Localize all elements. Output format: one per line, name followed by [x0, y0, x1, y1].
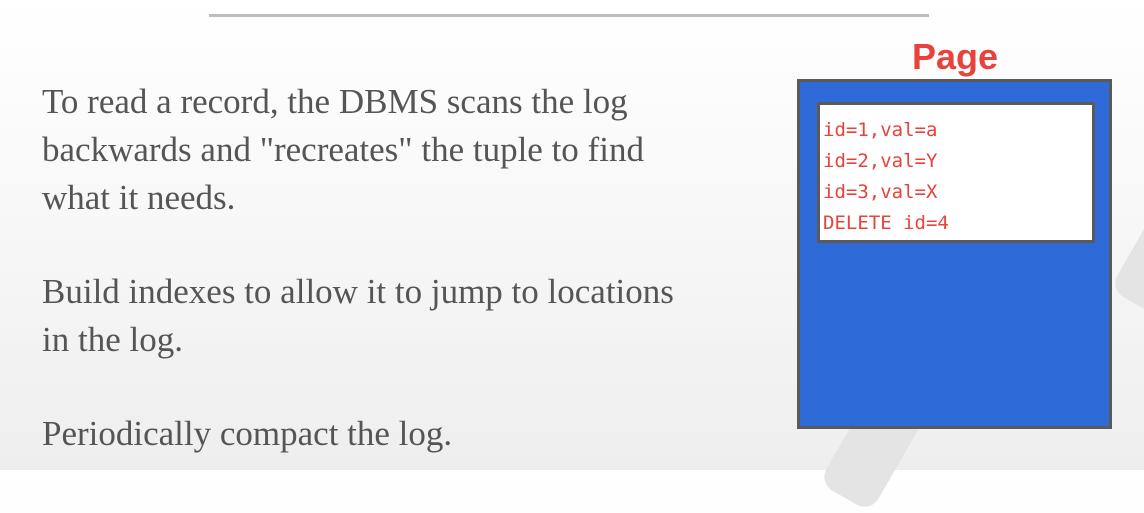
text-body: To read a record, the DBMS scans the log…	[42, 78, 682, 458]
bullet-build-indexes: Build indexes to allow it to jump to loc…	[42, 272, 674, 359]
page-block: id=1,val=a id=2,val=Y id=3,val=X DELETE …	[797, 79, 1112, 429]
log-entry: id=1,val=a	[823, 119, 938, 141]
bullet-compact-log: Periodically compact the log.	[42, 414, 453, 453]
page-title: Page	[911, 36, 999, 77]
log-entry: id=3,val=X	[823, 181, 938, 203]
log-entry: DELETE id=4	[823, 212, 949, 234]
background-shape	[1109, 211, 1144, 319]
bullet-read-record: To read a record, the DBMS scans the log…	[42, 82, 644, 217]
log-entry: id=2,val=Y	[823, 150, 938, 172]
top-divider	[209, 14, 929, 17]
log-records-box: id=1,val=a id=2,val=Y id=3,val=X DELETE …	[817, 102, 1095, 243]
